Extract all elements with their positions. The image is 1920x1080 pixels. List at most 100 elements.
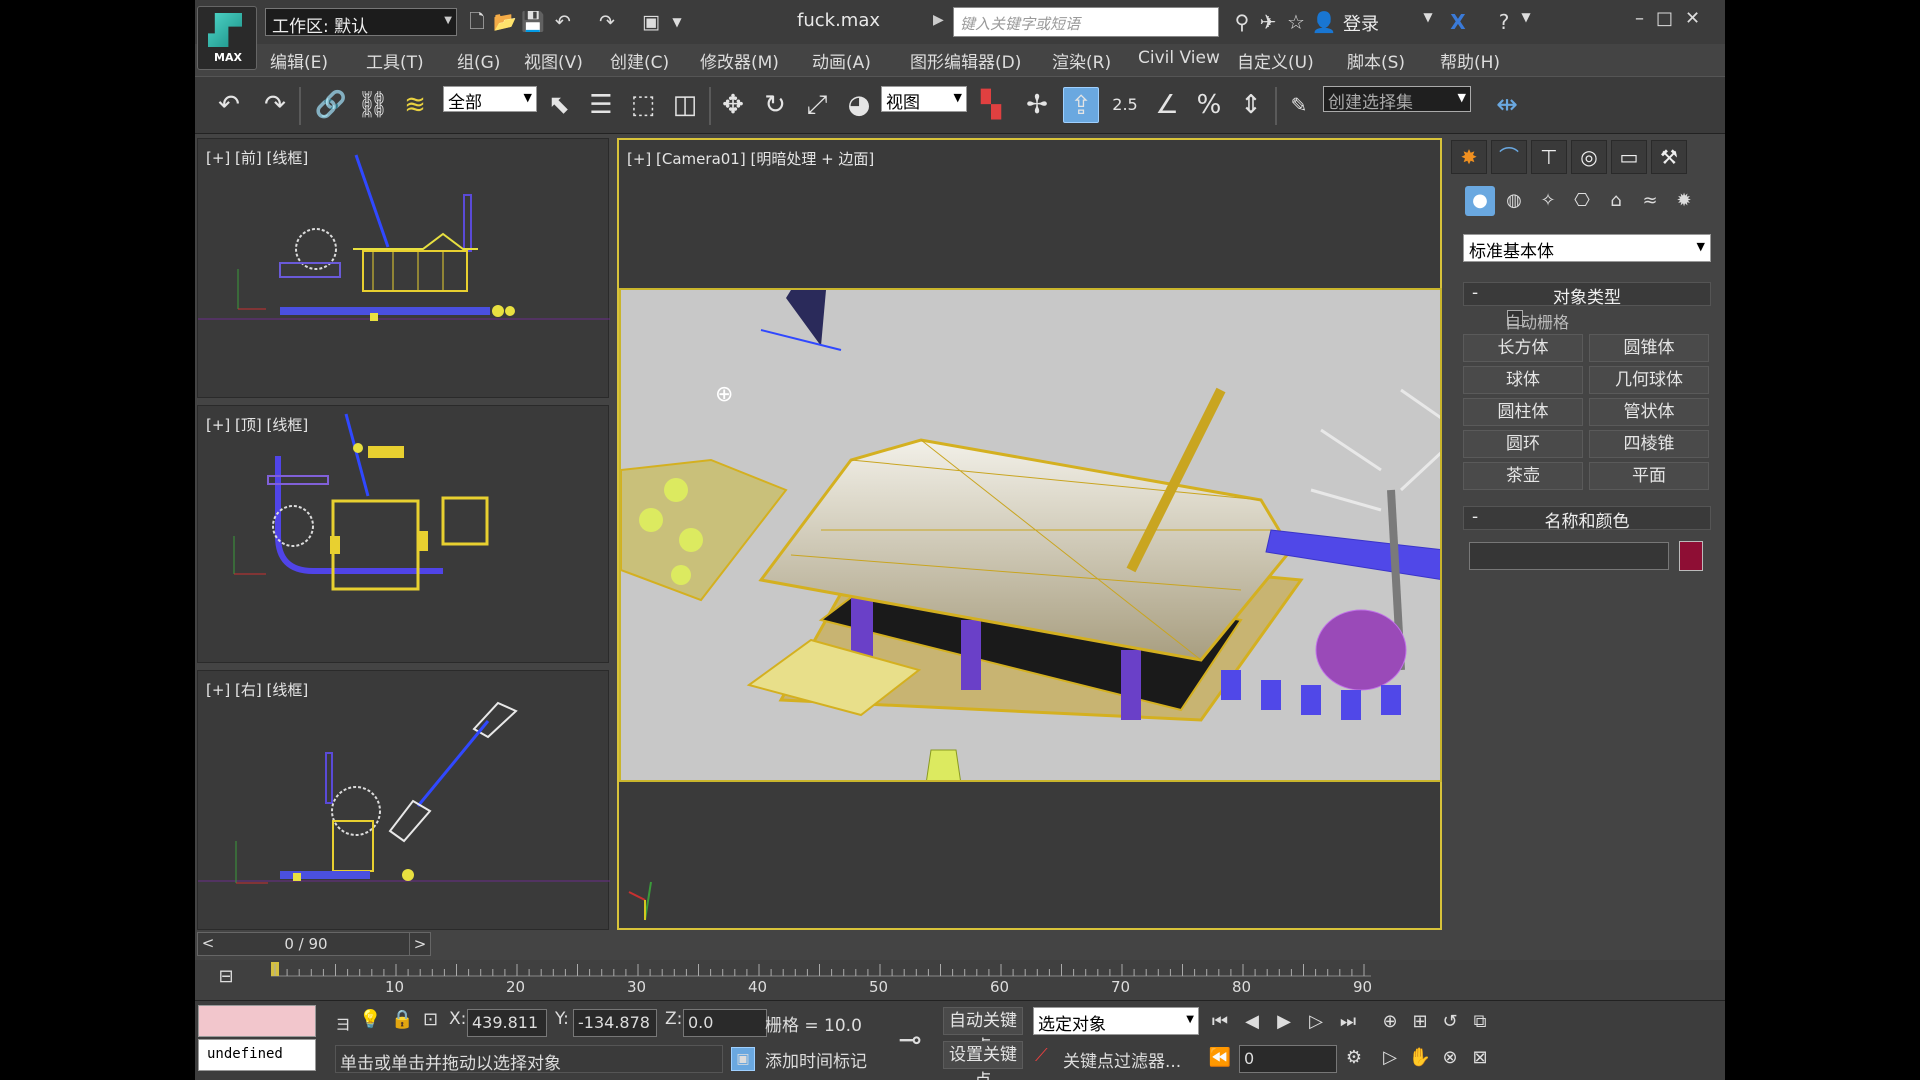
modify-tab-icon[interactable]: ⌒: [1491, 140, 1527, 174]
new-file-icon[interactable]: 🗋: [465, 10, 489, 34]
pyramid-button[interactable]: 四棱锥: [1589, 430, 1709, 458]
window-controls[interactable]: –□✕: [1635, 8, 1712, 29]
viewport-right[interactable]: [+] [右] [线框]: [197, 670, 610, 930]
login-link[interactable]: 登录: [1343, 10, 1379, 36]
exchange-x-icon[interactable]: X: [1445, 10, 1471, 34]
viewport-camera[interactable]: [+] [Camera01] [明暗处理 + 边面] ⊕: [617, 138, 1442, 930]
select-by-name-icon[interactable]: ☰: [583, 87, 619, 123]
next-frame-arrow-icon[interactable]: >: [409, 932, 431, 956]
add-time-tag[interactable]: 添加时间标记: [765, 1047, 867, 1072]
go-to-start-icon[interactable]: ⏮: [1205, 1007, 1235, 1037]
select-and-rotate-icon[interactable]: ↻: [757, 87, 793, 123]
user-icon[interactable]: 👤: [1311, 10, 1337, 34]
maxscript-listener-mini[interactable]: [198, 1005, 316, 1037]
menu-modifiers[interactable]: 修改器(M): [700, 48, 779, 73]
workspace-dropdown[interactable]: 工作区: 默认 ▼: [265, 8, 457, 37]
menu-tools[interactable]: 工具(T): [366, 48, 424, 73]
zoom-all-icon[interactable]: ⊞: [1405, 1007, 1435, 1037]
systems-icon[interactable]: ✹: [1669, 186, 1699, 216]
time-tag-icon[interactable]: ▣: [731, 1047, 755, 1071]
unlink-selection-icon[interactable]: ⛓: [355, 87, 391, 123]
search-input[interactable]: 键入关键字或短语: [953, 7, 1219, 37]
menu-edit[interactable]: 编辑(E): [270, 48, 328, 73]
viewport-top[interactable]: [+] [顶] [线框]: [197, 405, 609, 663]
pivot-center-icon[interactable]: ▚: [973, 87, 1009, 123]
menu-animation[interactable]: 动画(A): [812, 48, 871, 73]
absolute-mode-icon[interactable]: ⊡: [423, 1009, 438, 1030]
object-name-input[interactable]: [1469, 542, 1669, 570]
edit-named-selection-icon[interactable]: ✎: [1281, 87, 1317, 123]
menu-help[interactable]: 帮助(H): [1440, 48, 1500, 73]
save-file-icon[interactable]: 💾: [521, 10, 545, 34]
x-input[interactable]: 439.811: [467, 1009, 547, 1037]
create-tab-icon[interactable]: ✸: [1451, 140, 1487, 174]
menu-civil-view[interactable]: Civil View: [1138, 48, 1220, 68]
time-slider-track[interactable]: 0 / 90: [197, 932, 415, 956]
utilities-tab-icon[interactable]: ⚒: [1651, 140, 1687, 174]
pan-hand-icon[interactable]: ✋: [1405, 1043, 1435, 1073]
space-warps-icon[interactable]: ≈: [1635, 186, 1665, 216]
lights-icon[interactable]: ✧: [1533, 186, 1563, 216]
play-icon[interactable]: ▶: [1269, 1007, 1299, 1037]
cone-button[interactable]: 圆锥体: [1589, 334, 1709, 362]
box-button[interactable]: 长方体: [1463, 334, 1583, 362]
time-config-icon[interactable]: ⚙: [1339, 1043, 1369, 1073]
current-frame-input[interactable]: 0: [1239, 1045, 1337, 1073]
y-input[interactable]: -134.878: [573, 1009, 657, 1037]
tube-button[interactable]: 管状体: [1589, 398, 1709, 426]
go-to-end-icon[interactable]: ⏭: [1333, 1007, 1363, 1037]
redo-icon[interactable]: ↷: [595, 10, 619, 34]
camera-render-area[interactable]: ⊕: [619, 288, 1442, 782]
motion-tab-icon[interactable]: ◎: [1571, 140, 1607, 174]
search-expand-icon[interactable]: ▶: [933, 12, 944, 28]
zoom-icon[interactable]: ⊕: [1375, 1007, 1405, 1037]
key-filters-button[interactable]: 关键点过滤器...: [1063, 1047, 1181, 1072]
window-crossing-icon[interactable]: ◫: [667, 87, 703, 123]
maximize-toggle-icon[interactable]: ⧉: [1465, 1007, 1495, 1037]
selection-lock-icon[interactable]: 💡: [359, 1009, 381, 1030]
plane-button[interactable]: 平面: [1589, 462, 1709, 490]
mirror-icon[interactable]: ⇹: [1489, 87, 1525, 123]
isolate-icon[interactable]: ヨ: [335, 1011, 351, 1035]
project-folder-icon[interactable]: ▣: [639, 10, 663, 34]
key-mode-icon[interactable]: ⏪: [1205, 1043, 1235, 1073]
helpers-icon[interactable]: ⌂: [1601, 186, 1631, 216]
maximize-viewport-icon[interactable]: ⊠: [1465, 1043, 1495, 1073]
angle-snap-icon[interactable]: ∠: [1149, 87, 1185, 123]
auto-key-button[interactable]: 自动关键点: [943, 1007, 1023, 1057]
select-and-scale-icon[interactable]: ⤢: [799, 87, 835, 123]
geometry-icon[interactable]: ●: [1465, 186, 1495, 216]
rollout-name-and-color[interactable]: - 名称和颜色: [1463, 506, 1711, 532]
orbit-icon[interactable]: ↺: [1435, 1007, 1465, 1037]
rollout-object-type[interactable]: - 对象类型: [1463, 282, 1711, 308]
display-tab-icon[interactable]: ▭: [1611, 140, 1647, 174]
lock-icon[interactable]: 🔒: [391, 1009, 413, 1030]
spinner-snap-icon[interactable]: ⇕: [1233, 87, 1269, 123]
bind-to-space-warp-icon[interactable]: ≋: [397, 87, 433, 123]
prev-frame-arrow-icon[interactable]: <: [197, 932, 219, 956]
percent-snap-icon[interactable]: %: [1191, 87, 1227, 123]
geosphere-button[interactable]: 几何球体: [1589, 366, 1709, 394]
trackbar[interactable]: ⊟ 10 20 30 40 50 60 70 80 90: [195, 960, 1725, 1000]
set-key-icon[interactable]: ⊸: [885, 1015, 935, 1065]
cylinder-button[interactable]: 圆柱体: [1463, 398, 1583, 426]
object-color-swatch[interactable]: [1679, 541, 1703, 571]
viewport-front[interactable]: [+] [前] [线框]: [197, 138, 610, 398]
key-selection-dropdown[interactable]: 选定对象 ▼: [1033, 1007, 1199, 1035]
set-key-button[interactable]: 设置关键点: [943, 1041, 1023, 1080]
torus-button[interactable]: 圆环: [1463, 430, 1583, 458]
field-of-view-icon[interactable]: ▷: [1375, 1043, 1405, 1073]
snaps-toggle-icon[interactable]: 2.5: [1107, 87, 1143, 123]
cameras-icon[interactable]: ⎔: [1567, 186, 1597, 216]
sphere-button[interactable]: 球体: [1463, 366, 1583, 394]
menu-graph-editors[interactable]: 图形编辑器(D): [910, 48, 1021, 73]
quick-access-dropdown-icon[interactable]: ▼: [665, 10, 689, 34]
geometry-category-dropdown[interactable]: 标准基本体 ▼: [1463, 234, 1711, 262]
teapot-button[interactable]: 茶壶: [1463, 462, 1583, 490]
previous-frame-icon[interactable]: ◀: [1237, 1007, 1267, 1037]
menu-customize[interactable]: 自定义(U): [1237, 48, 1314, 73]
place-icon[interactable]: ◕: [841, 87, 877, 123]
chevron-down-icon[interactable]: ▼: [1415, 10, 1441, 24]
redo-icon[interactable]: ↷: [257, 87, 293, 123]
hierarchy-tab-icon[interactable]: ⊤: [1531, 140, 1567, 174]
